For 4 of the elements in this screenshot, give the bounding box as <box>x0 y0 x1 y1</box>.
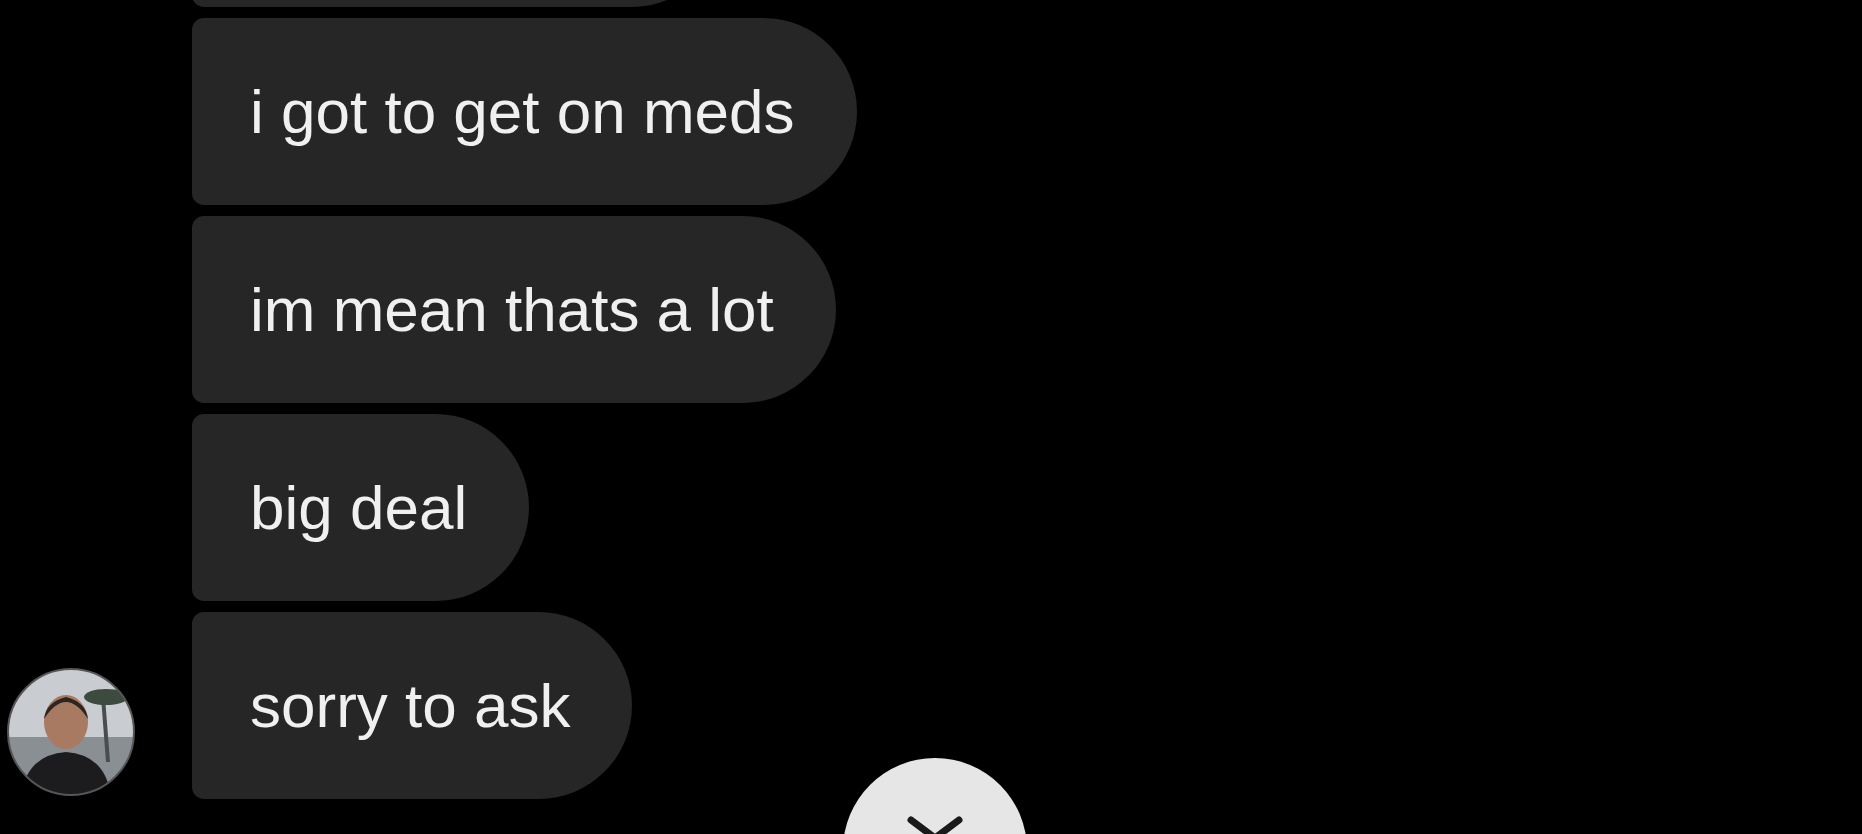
message-bubble: im mean thats a lot <box>192 216 836 403</box>
message-bubble: i got to get on meds <box>192 18 857 205</box>
message-bubble: sorry to ask <box>192 612 633 799</box>
message-bubble: big deal <box>192 414 530 601</box>
